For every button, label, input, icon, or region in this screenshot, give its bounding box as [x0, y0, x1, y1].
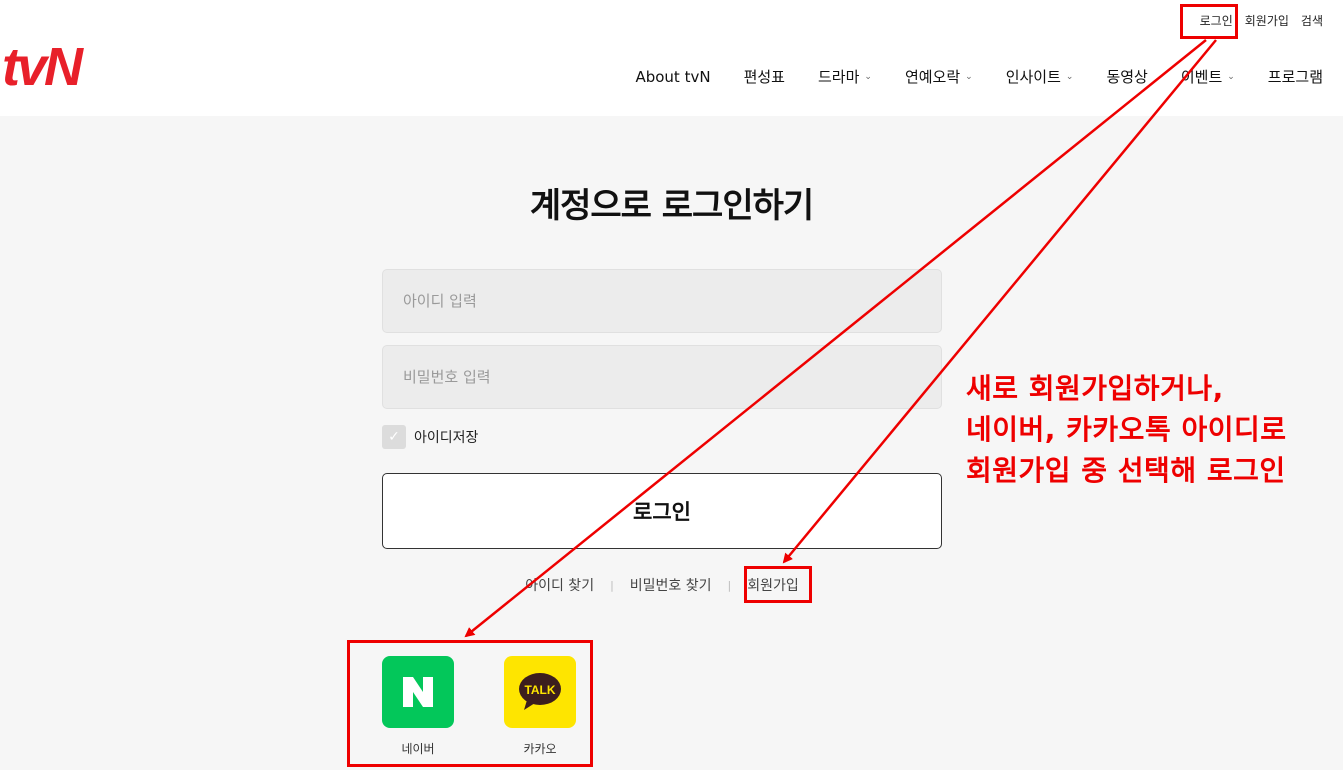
annotation-text: 새로 회원가입하거나, 네이버, 카카오톡 아이디로 회원가입 중 선택해 로그…: [966, 372, 1287, 487]
